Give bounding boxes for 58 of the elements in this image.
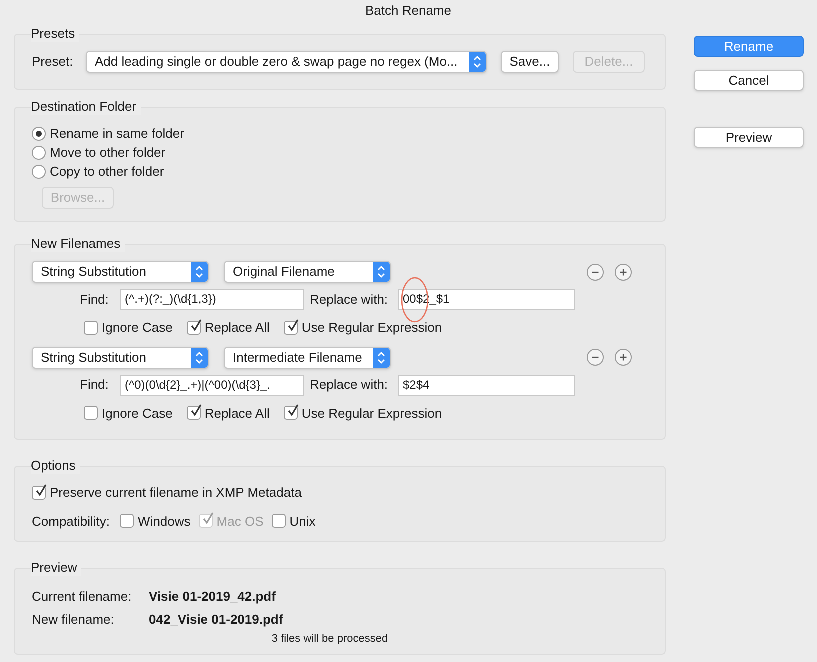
option-label: Mac OS — [216, 512, 264, 530]
field-label: Preset: — [32, 53, 74, 72]
source-dropdown[interactable]: Intermediate Filename — [224, 346, 391, 368]
add-icon[interactable] — [615, 349, 632, 366]
field-label: Find: — [80, 376, 110, 394]
field-label: Find: — [80, 290, 110, 309]
radio-button[interactable] — [32, 164, 46, 178]
field-label: Current filename: — [32, 588, 133, 606]
option-label: Replace All — [204, 404, 270, 423]
find-field[interactable]: (^.+)(?:_)(\d{1,3}) — [120, 289, 304, 310]
checkbox[interactable] — [186, 406, 201, 420]
checkbox[interactable] — [284, 320, 298, 335]
method-dropdown[interactable]: String Substitution — [32, 261, 209, 283]
option-label: Copy to other folder — [50, 162, 164, 181]
stepper-icon — [469, 52, 486, 72]
filename-text: Visie 01-2019_42.pdf — [149, 588, 276, 606]
replace-field[interactable]: $2$4 — [398, 374, 575, 396]
option-label: Preserve current filename in XMP Metadata — [50, 484, 302, 502]
option-label: Rename in same folder — [50, 124, 184, 143]
checkbox[interactable] — [120, 514, 134, 528]
save-button[interactable]: Save... — [501, 51, 559, 73]
radio-button[interactable] — [32, 146, 46, 160]
checkbox[interactable] — [272, 514, 286, 528]
find-field[interactable]: (^0)(0\d{2}_.+)|(^00)(\d{3}_. — [120, 374, 304, 396]
remove-icon[interactable] — [587, 349, 604, 366]
field-label: New filename: — [32, 610, 116, 629]
field-label: Replace with: — [310, 376, 390, 394]
stepper-icon — [373, 262, 390, 282]
option-label: Ignore Case — [102, 404, 173, 423]
dialog-button[interactable]: Cancel — [694, 70, 804, 91]
add-icon[interactable] — [615, 264, 632, 280]
option-label: Windows — [138, 512, 191, 530]
stepper-icon — [191, 348, 208, 368]
checkbox[interactable] — [284, 406, 298, 420]
option-label: Use Regular Expression — [302, 319, 442, 337]
window-title: Batch Rename — [366, 2, 452, 20]
option-label: Unix — [290, 512, 316, 530]
radio-button[interactable] — [32, 126, 46, 140]
filename-text: 042_Visie 01-2019.pdf — [149, 610, 284, 629]
option-label: Replace All — [204, 319, 270, 337]
stepper-icon — [373, 348, 390, 368]
section-heading: Options — [31, 458, 80, 474]
source-dropdown[interactable]: Original Filename — [224, 261, 391, 283]
option-label: Use Regular Expression — [302, 404, 442, 423]
field-label: Replace with: — [310, 290, 390, 309]
checkbox[interactable] — [84, 320, 98, 335]
field-label: Compatibility: — [32, 512, 110, 531]
checkbox[interactable] — [32, 486, 46, 500]
preset-dropdown[interactable]: Add leading single or double zero & swap page no regex (Mo... — [86, 51, 487, 73]
option-label: Ignore Case — [102, 319, 173, 337]
summary-text: 3 files will be processed — [272, 632, 388, 647]
method-dropdown[interactable]: String Substitution — [32, 346, 209, 368]
option-label: Move to other folder — [50, 144, 166, 162]
remove-icon[interactable] — [587, 264, 604, 280]
checkbox[interactable] — [186, 320, 201, 335]
checkbox[interactable] — [84, 406, 98, 420]
stepper-icon — [191, 262, 208, 282]
dialog-button[interactable]: Preview — [694, 127, 804, 148]
